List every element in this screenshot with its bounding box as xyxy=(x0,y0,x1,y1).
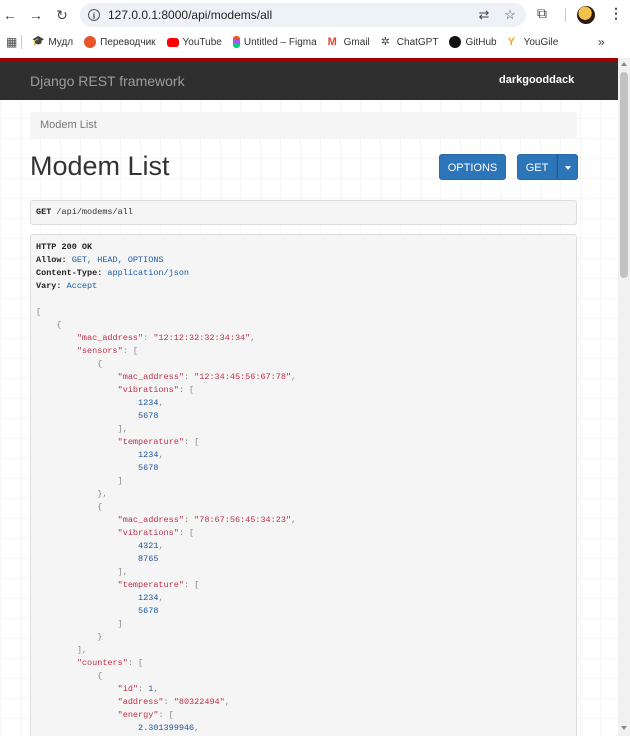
graduation-cap-icon: 🎓 xyxy=(32,36,45,47)
bookmark-label: Переводчик xyxy=(100,36,156,48)
scrollbar-thumb[interactable] xyxy=(620,72,628,278)
apps-grid-icon[interactable]: ▦ xyxy=(6,35,17,49)
drf-navbar: Django REST framework darkgooddack xyxy=(0,58,618,100)
brand-link[interactable]: Django REST framework xyxy=(30,73,185,89)
github-icon xyxy=(449,36,462,48)
breadcrumb-item[interactable]: Modem List xyxy=(40,119,97,131)
options-button[interactable]: OPTIONS xyxy=(439,154,506,180)
json-string: "12:34:45:56:67:78" xyxy=(194,372,292,382)
header-value: GET, HEAD, OPTIONS xyxy=(71,255,164,265)
bookmark-item[interactable]: Untitled – Figma xyxy=(232,36,317,48)
json-number: 4321 xyxy=(138,541,159,551)
reload-icon[interactable]: ↻ xyxy=(52,5,72,25)
header-name: Content-Type: xyxy=(36,268,103,278)
json-number: 2.301399946 xyxy=(138,723,195,733)
bookmark-item[interactable]: GitHub xyxy=(449,36,497,48)
forward-icon[interactable]: → xyxy=(26,5,46,25)
profile-avatar-icon[interactable] xyxy=(577,6,595,24)
scroll-up-arrow-icon[interactable] xyxy=(621,62,627,66)
bookmark-item[interactable]: M Gmail xyxy=(328,36,370,48)
site-info-icon[interactable]: i xyxy=(88,9,100,21)
json-number: 5678 xyxy=(138,411,159,421)
json-number: 1234 xyxy=(138,450,159,460)
header-name: Vary: xyxy=(36,281,62,291)
bookmark-item[interactable]: Y YouGile xyxy=(508,36,559,48)
gmail-icon: M xyxy=(327,36,337,48)
bookmark-star-icon[interactable]: ☆ xyxy=(500,7,520,23)
translate-icon xyxy=(84,36,97,48)
bookmark-label: Untitled – Figma xyxy=(243,36,317,48)
bookmark-label: YouGile xyxy=(523,36,559,48)
json-string: "80322494" xyxy=(173,697,225,707)
page-scrollbar[interactable] xyxy=(618,58,630,736)
scroll-down-arrow-icon[interactable] xyxy=(621,726,627,730)
translate-page-icon[interactable]: ⇄ xyxy=(474,7,494,23)
json-number: 1234 xyxy=(138,593,159,603)
bookmark-item[interactable]: ✲ ChatGPT xyxy=(381,36,439,48)
toolbar-divider xyxy=(565,8,566,22)
chatgpt-icon: ✲ xyxy=(380,36,390,48)
bookmark-label: YouTube xyxy=(182,36,222,48)
breadcrumb: Modem List xyxy=(30,112,577,138)
extensions-icon[interactable]: ⧉ xyxy=(537,5,547,22)
figma-icon xyxy=(232,36,240,48)
json-number: 8765 xyxy=(138,554,159,564)
request-method: GET xyxy=(36,207,52,217)
youtube-icon xyxy=(166,37,179,47)
json-number: 5678 xyxy=(138,463,159,473)
page-viewport: Django REST framework darkgooddack Modem… xyxy=(0,58,618,736)
header-value: Accept xyxy=(66,281,98,291)
response-info: HTTP 200 OK Allow: GET, HEAD, OPTIONS Co… xyxy=(30,234,577,736)
bookmark-item[interactable]: 🎓 Мудл xyxy=(32,36,73,48)
bookmark-label: Gmail xyxy=(343,36,370,48)
bookmark-item[interactable]: Переводчик xyxy=(84,36,156,48)
browser-toolbar: ← → ↻ i 127.0.0.1:8000/api/modems/all ⇄ … xyxy=(0,0,630,30)
user-menu[interactable]: darkgooddack xyxy=(499,74,574,86)
caret-down-icon xyxy=(564,166,571,171)
get-button[interactable]: GET xyxy=(517,154,557,180)
page-title: Modem List xyxy=(30,151,170,181)
bookmarks-divider xyxy=(21,35,23,49)
menu-kebab-icon[interactable]: ⋮ xyxy=(609,5,623,22)
bookmark-label: Мудл xyxy=(48,36,74,48)
json-number: 5678 xyxy=(138,606,159,616)
header-value: application/json xyxy=(107,268,190,278)
back-icon[interactable]: ← xyxy=(0,5,20,25)
json-number: 1234 xyxy=(138,398,159,408)
address-bar[interactable]: i 127.0.0.1:8000/api/modems/all ⇄ ☆ xyxy=(80,3,526,27)
response-body: [ { "mac_address": "12:12:32:32:34:34", … xyxy=(36,307,297,733)
request-path: /api/modems/all xyxy=(56,207,133,217)
bookmarks-bar: ▦ 🎓 Мудл Переводчик YouTube Untitled – F… xyxy=(0,30,630,54)
json-string: "78:67:56:45:34:23" xyxy=(194,515,292,525)
bookmark-item[interactable]: YouTube xyxy=(166,36,222,48)
more-bookmarks-button[interactable]: » xyxy=(598,35,605,49)
bookmark-label: ChatGPT xyxy=(396,36,439,48)
get-format-dropdown[interactable] xyxy=(557,154,578,180)
header-name: Allow: xyxy=(36,255,67,265)
json-string: "12:12:32:32:34:34" xyxy=(153,333,251,343)
yougile-icon: Y xyxy=(507,36,515,48)
request-info: GET /api/modems/all xyxy=(30,200,577,225)
url-text[interactable]: 127.0.0.1:8000/api/modems/all xyxy=(108,8,474,22)
bookmark-label: GitHub xyxy=(465,36,497,48)
response-status: HTTP 200 OK xyxy=(36,242,93,252)
